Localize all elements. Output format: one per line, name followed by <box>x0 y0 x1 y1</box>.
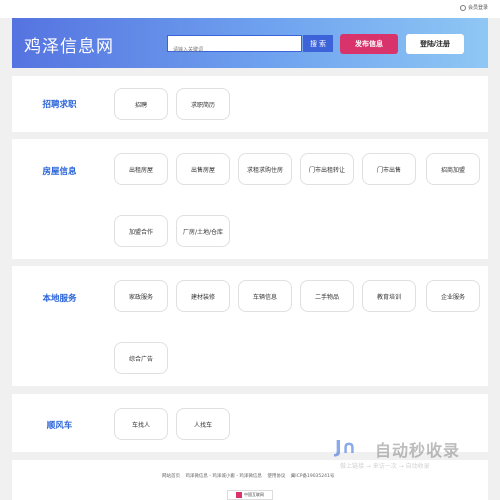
tag-link[interactable]: 建材装修 <box>176 280 230 312</box>
category-local-services: 本地服务 家政服务 建材装修 车辆信息 二手物品 教育培训 企业服务 综合广告 <box>12 266 488 386</box>
category-title: 房屋信息 <box>42 167 77 177</box>
tag-link[interactable]: 门市出售 <box>362 153 416 185</box>
tag-link[interactable]: 二手物品 <box>300 280 354 312</box>
watermark-logo-icon: J∩ <box>335 437 357 458</box>
tag-link[interactable]: 车辆信息 <box>238 280 292 312</box>
internet-badge[interactable]: 中国互联网 <box>227 490 273 500</box>
tag-link[interactable]: 厂房/土地/仓库 <box>176 215 230 247</box>
watermark: J∩ 自动秒收录 做上链接 → 来访一次 → 自动收录 <box>335 435 495 475</box>
login-register-button[interactable]: 登陆/注册 <box>406 34 464 54</box>
footer-link[interactable]: 网站首页 <box>162 474 180 479</box>
category-title: 招聘求职 <box>42 100 77 110</box>
category-recruitment: 招聘求职 招聘 求职简历 <box>12 76 488 132</box>
tag-link[interactable]: 车找人 <box>114 408 168 440</box>
footer-link[interactable]: 使用协议 <box>267 474 285 479</box>
watermark-title: 自动秒收录 <box>375 441 461 460</box>
search-input[interactable] <box>168 42 301 58</box>
header: 鸡泽信息网 搜 索 发布信息 登陆/注册 <box>12 18 488 68</box>
tag-link[interactable]: 人找车 <box>176 408 230 440</box>
badge-icon <box>236 492 242 498</box>
tag-link[interactable]: 求租求购住房 <box>238 153 292 185</box>
site-logo[interactable]: 鸡泽信息网 <box>24 32 114 57</box>
member-login-label: 会员登录 <box>467 5 488 11</box>
watermark-subtitle: 做上链接 → 来访一次 → 自动收录 <box>340 463 430 470</box>
tag-link[interactable]: 企业服务 <box>426 280 480 312</box>
badge-label: 中国互联网 <box>244 492 264 497</box>
search-box <box>167 35 302 58</box>
category-title: 顺风车 <box>46 421 73 431</box>
footer-links: 网站首页 鸡泽微信息 - 鸡泽城小搬 - 鸡泽微信息 使用协议 冀ICP备190… <box>162 473 338 479</box>
tag-link[interactable]: 加盟合作 <box>114 215 168 247</box>
tag-link[interactable]: 出租房屋 <box>114 153 168 185</box>
tag-link[interactable]: 教育培训 <box>362 280 416 312</box>
tag-link[interactable]: 招聘 <box>114 88 168 120</box>
tag-link[interactable]: 门市出租转让 <box>300 153 354 185</box>
tag-link[interactable]: 招商加盟 <box>426 153 480 185</box>
tag-link[interactable]: 家政服务 <box>114 280 168 312</box>
footer-link[interactable]: 冀ICP备19035241号 <box>291 474 335 479</box>
tag-link[interactable]: 求职简历 <box>176 88 230 120</box>
tag-link[interactable]: 出售房屋 <box>176 153 230 185</box>
top-bar: 会员登录 <box>0 0 500 18</box>
category-title: 本地服务 <box>42 294 77 304</box>
user-icon <box>459 4 466 11</box>
post-info-button[interactable]: 发布信息 <box>340 34 398 54</box>
search-button[interactable]: 搜 索 <box>303 35 333 52</box>
tag-link[interactable]: 综合广告 <box>114 342 168 374</box>
category-housing: 房屋信息 出租房屋 出售房屋 求租求购住房 门市出租转让 门市出售 招商加盟 加… <box>12 139 488 259</box>
member-login-link[interactable]: 会员登录 <box>459 4 488 11</box>
footer-link[interactable]: 鸡泽微信息 - 鸡泽城小搬 - 鸡泽微信息 <box>185 474 261 479</box>
